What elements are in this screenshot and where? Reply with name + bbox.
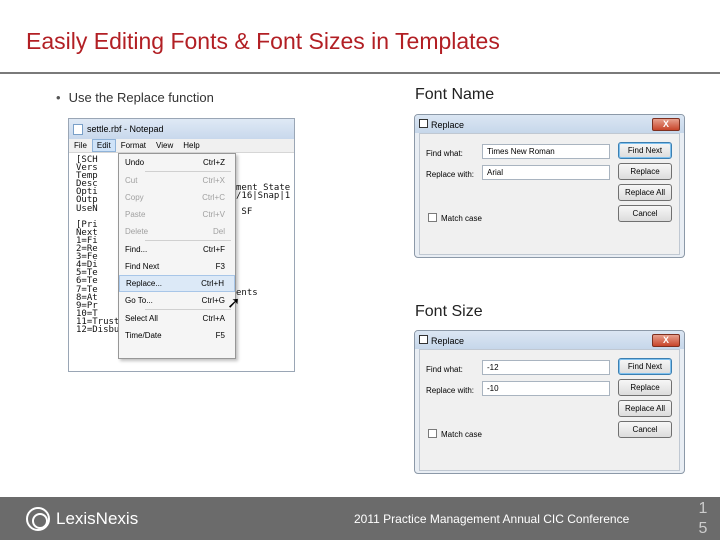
notepad-icon xyxy=(73,123,83,135)
dialog-body: Find what: Times New Roman Replace with:… xyxy=(419,133,680,255)
menu-item-shortcut: F5 xyxy=(215,331,225,340)
menu-item-shortcut: Del xyxy=(212,227,225,236)
conference-name: 2011 Practice Management Annual CIC Conf… xyxy=(354,512,630,526)
page-number-digit-2: 5 xyxy=(698,520,708,537)
cancel-button[interactable]: Cancel xyxy=(618,205,672,222)
title-divider xyxy=(0,72,720,74)
menu-item-shortcut: Ctrl+C xyxy=(202,193,225,202)
replace-with-input[interactable]: -10 xyxy=(482,381,610,396)
menu-item-shortcut: Ctrl+A xyxy=(202,314,225,323)
replace-all-button[interactable]: Replace All xyxy=(618,400,672,417)
edit-menu-item[interactable]: Time/Date F5 xyxy=(119,327,235,344)
bullet-item: • Use the Replace function xyxy=(56,90,214,105)
font-name-label: Font Name xyxy=(415,86,495,103)
edit-menu-item: Delete Del xyxy=(119,223,235,240)
close-icon[interactable]: X xyxy=(652,117,680,131)
replace-with-label: Replace with: xyxy=(426,170,475,179)
edit-menu-item[interactable]: Replace... Ctrl+H xyxy=(119,275,235,292)
menu-item-shortcut: Ctrl+G xyxy=(201,296,225,305)
menu-item-label: Copy xyxy=(125,193,144,202)
lexisnexis-logo-icon xyxy=(26,507,50,531)
footer-bar: LexisNexis 2011 Practice Management Annu… xyxy=(0,497,720,540)
find-what-input[interactable]: Times New Roman xyxy=(482,144,610,159)
edit-menu-item[interactable]: Go To... Ctrl+G xyxy=(119,292,235,309)
replace-dialog-font-size: Replace X Find what: -12 Replace with: -… xyxy=(414,330,685,474)
notepad-menubar: File Edit Format View Help xyxy=(69,139,294,153)
menu-item-label: Undo xyxy=(125,158,145,167)
menu-item-label: Go To... xyxy=(125,296,153,305)
edit-menu-item[interactable]: Select All Ctrl+A xyxy=(119,310,235,327)
menu-edit[interactable]: Edit xyxy=(91,139,116,152)
edit-menu-item: Paste Ctrl+V xyxy=(119,206,235,223)
lexisnexis-logo: LexisNexis xyxy=(26,507,138,531)
cancel-button[interactable]: Cancel xyxy=(618,421,672,438)
dialog-body: Find what: -12 Replace with: -10 Match c… xyxy=(419,349,680,471)
dialog-title: Replace xyxy=(431,119,465,130)
match-case-checkbox[interactable] xyxy=(428,213,437,222)
replace-all-button[interactable]: Replace All xyxy=(618,184,672,201)
logo-text: LexisNexis xyxy=(56,509,139,528)
bullet-text: Use the Replace function xyxy=(68,90,214,105)
menu-item-label: Replace... xyxy=(126,279,163,288)
bullet-dot-icon: • xyxy=(56,90,61,105)
find-next-button[interactable]: Find Next xyxy=(618,358,672,375)
edit-menu-item: Cut Ctrl+X xyxy=(119,172,235,189)
replace-button[interactable]: Replace xyxy=(618,379,672,396)
menu-item-shortcut: F3 xyxy=(215,262,225,271)
dialog-app-icon xyxy=(419,118,428,128)
match-case-label: Match case xyxy=(441,214,482,223)
menu-item-label: Cut xyxy=(125,176,138,185)
menu-item-label: Find Next xyxy=(125,262,160,271)
match-case-checkbox[interactable] xyxy=(428,429,437,438)
notepad-window-title: settle.rbf - Notepad xyxy=(87,124,164,134)
dialog-title: Replace xyxy=(431,335,465,346)
menu-item-shortcut: Ctrl+Z xyxy=(203,158,225,167)
menu-item-label: Select All xyxy=(125,314,158,323)
dialog-app-icon xyxy=(419,334,428,344)
close-icon[interactable]: X xyxy=(652,333,680,347)
replace-with-input[interactable]: Arial xyxy=(482,165,610,180)
dialog-titlebar: Replace X xyxy=(415,331,684,349)
menu-item-label: Paste xyxy=(125,210,146,219)
page-number: 1 5 xyxy=(694,499,712,539)
slide-title: Easily Editing Fonts & Font Sizes in Tem… xyxy=(26,28,500,54)
find-what-label: Find what: xyxy=(426,365,463,374)
font-size-label: Font Size xyxy=(415,303,483,320)
edit-menu-item[interactable]: Find Next F3 xyxy=(119,258,235,275)
dialog-titlebar: Replace X xyxy=(415,115,684,133)
edit-menu-item[interactable]: Find... Ctrl+F xyxy=(119,241,235,258)
replace-dialog-font-name: Replace X Find what: Times New Roman Rep… xyxy=(414,114,685,258)
menu-file[interactable]: File xyxy=(69,139,92,152)
edit-menu-dropdown: Undo Ctrl+Z Cut Ctrl+X Copy Ctrl+C Paste Ctrl+V… xyxy=(118,153,236,359)
edit-menu-item: Copy Ctrl+C xyxy=(119,189,235,206)
find-what-label: Find what: xyxy=(426,149,463,158)
find-next-button[interactable]: Find Next xyxy=(618,142,672,159)
menu-item-label: Delete xyxy=(125,227,149,236)
menu-item-shortcut: Ctrl+X xyxy=(202,176,225,185)
notepad-titlebar: settle.rbf - Notepad xyxy=(69,119,294,139)
replace-with-label: Replace with: xyxy=(426,386,475,395)
slide: Easily Editing Fonts & Font Sizes in Tem… xyxy=(0,0,720,540)
page-number-digit-1: 1 xyxy=(698,500,708,517)
menu-item-shortcut: Ctrl+V xyxy=(202,210,225,219)
edit-menu-item[interactable]: Undo Ctrl+Z xyxy=(119,154,235,171)
mouse-cursor-icon: ➚ xyxy=(227,295,241,312)
menu-view[interactable]: View xyxy=(151,139,178,152)
menu-item-shortcut: Ctrl+F xyxy=(203,245,225,254)
menu-item-label: Time/Date xyxy=(125,331,162,340)
notepad-text-right: ment State /16|Snap|1 SF ents xyxy=(236,183,291,299)
replace-button[interactable]: Replace xyxy=(618,163,672,180)
menu-format[interactable]: Format xyxy=(116,139,151,152)
menu-help[interactable]: Help xyxy=(178,139,204,152)
menu-item-label: Find... xyxy=(125,245,148,254)
match-case-label: Match case xyxy=(441,430,482,439)
find-what-input[interactable]: -12 xyxy=(482,360,610,375)
menu-item-shortcut: Ctrl+H xyxy=(201,279,224,288)
